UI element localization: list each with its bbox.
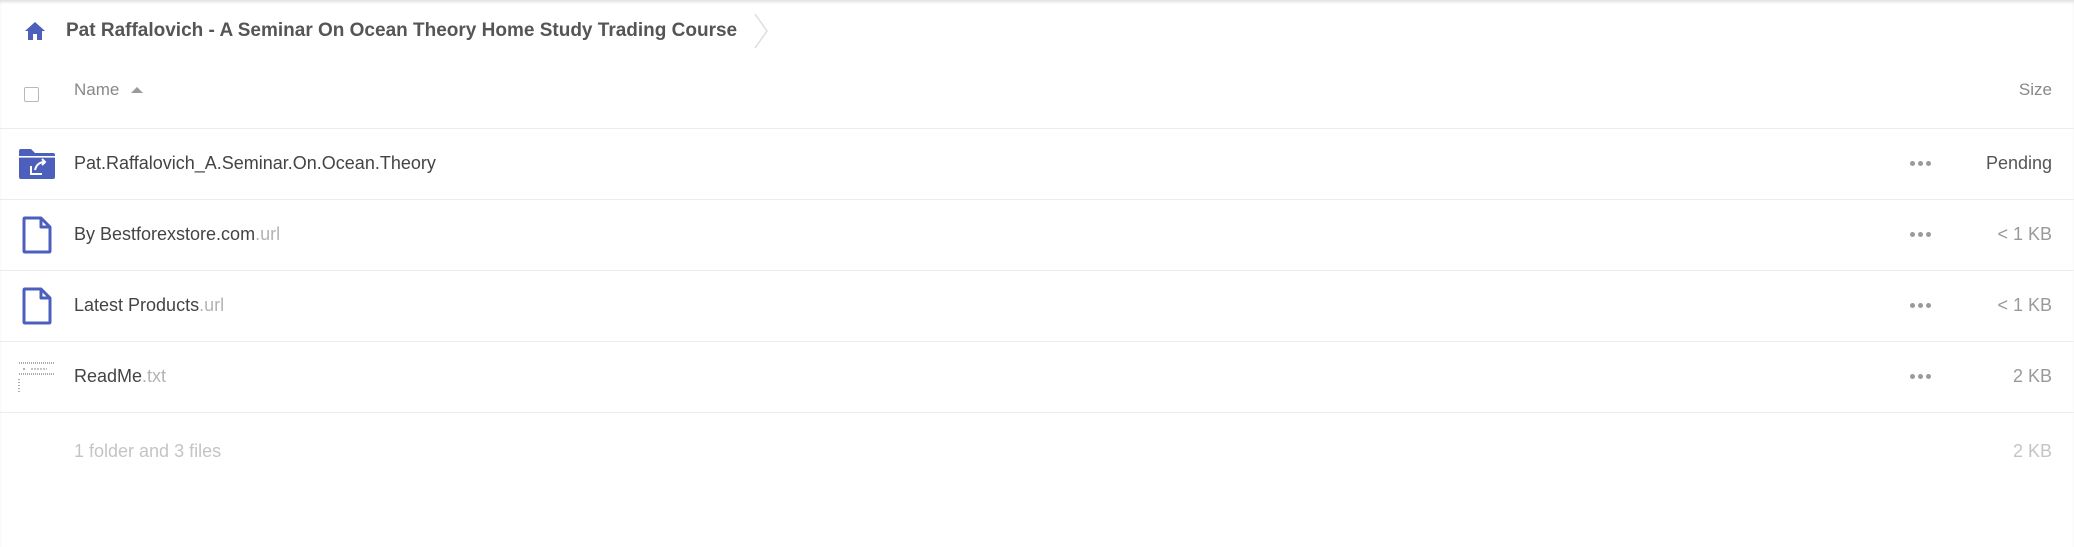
row-menu-button[interactable] <box>1906 153 1934 173</box>
more-options-icon <box>1909 373 1931 379</box>
row-extension: .txt <box>142 366 167 386</box>
home-button[interactable] <box>0 0 70 62</box>
table-row[interactable]: Pat.Raffalovich_A.Seminar.On.Ocean.Theor… <box>0 129 2074 200</box>
table-row[interactable]: Latest Products.url < 1 KB <box>0 271 2074 342</box>
row-name-link[interactable]: Pat.Raffalovich_A.Seminar.On.Ocean.Theor… <box>74 153 436 174</box>
row-name-link[interactable]: Latest Products.url <box>74 295 224 316</box>
more-options-icon <box>1909 231 1931 237</box>
more-options-icon <box>1909 302 1931 308</box>
row-menu-button[interactable] <box>1906 224 1934 244</box>
row-name-link[interactable]: ReadMe.txt <box>74 366 166 387</box>
row-size: Pending <box>1985 153 2052 173</box>
row-size: 2 KB <box>2012 366 2052 386</box>
name-column-label: Name <box>74 80 120 99</box>
table-summary: 1 folder and 3 files 2 KB <box>0 414 2074 490</box>
row-extension: .url <box>199 295 225 315</box>
row-name-link[interactable]: By Bestforexstore.com.url <box>74 224 280 245</box>
row-menu-button[interactable] <box>1906 366 1934 386</box>
shared-folder-icon[interactable] <box>17 144 57 184</box>
home-icon <box>25 22 45 40</box>
row-size: < 1 KB <box>1997 295 2052 315</box>
file-icon[interactable] <box>17 286 57 326</box>
select-all-checkbox[interactable] <box>24 87 39 102</box>
row-menu-button[interactable] <box>1906 295 1934 315</box>
row-name: By Bestforexstore.com <box>74 224 256 244</box>
size-column-header[interactable]: Size <box>2019 80 2052 100</box>
sort-ascending-icon <box>131 87 144 93</box>
row-extension: .url <box>255 224 281 244</box>
name-column-header[interactable]: Name <box>74 80 144 100</box>
file-icon[interactable] <box>17 215 57 255</box>
more-options-icon <box>1909 160 1931 166</box>
table-row[interactable]: ReadMe.txt 2 KB <box>0 342 2074 413</box>
row-name: Latest Products <box>74 295 200 315</box>
table-header: Name Size <box>0 62 2074 129</box>
row-size: < 1 KB <box>1997 224 2052 244</box>
summary-count: 1 folder and 3 files <box>74 441 222 461</box>
table-row[interactable]: By Bestforexstore.com.url < 1 KB <box>0 200 2074 271</box>
summary-size: 2 KB <box>2012 441 2052 461</box>
breadcrumb-separator-icon <box>754 13 769 49</box>
breadcrumb: Pat Raffalovich - A Seminar On Ocean The… <box>0 0 771 62</box>
breadcrumb-current[interactable]: Pat Raffalovich - A Seminar On Ocean The… <box>66 20 737 42</box>
row-name: Pat.Raffalovich_A.Seminar.On.Ocean.Theor… <box>74 153 436 173</box>
row-name: ReadMe <box>74 366 143 386</box>
text-file-thumbnail-icon[interactable] <box>17 357 57 397</box>
